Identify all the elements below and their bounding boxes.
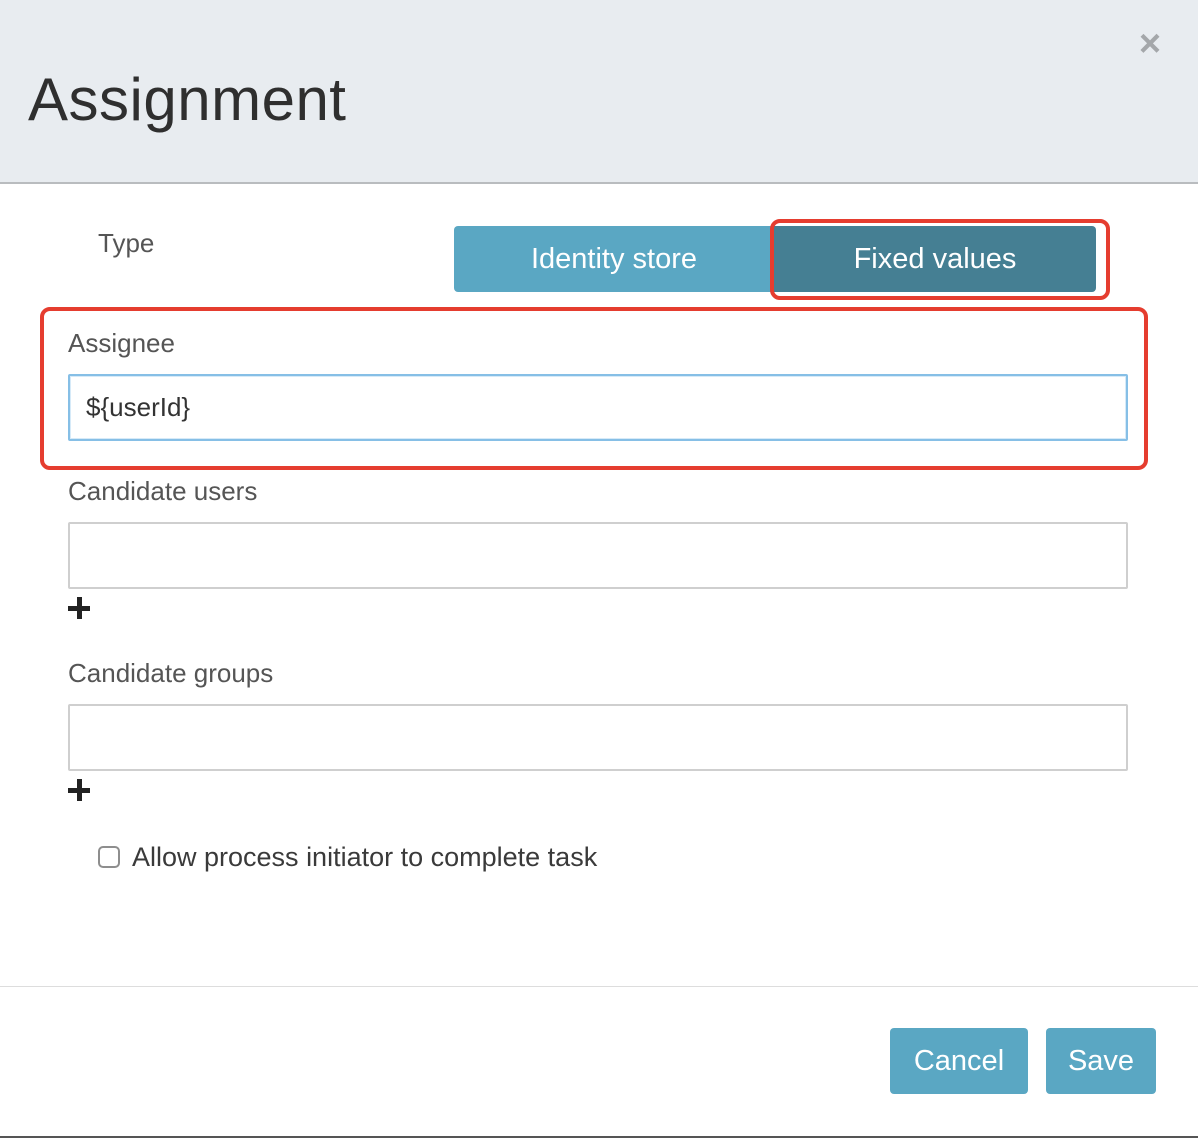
type-label: Type: [98, 228, 155, 258]
candidate-groups-input[interactable]: [68, 704, 1128, 771]
allow-initiator-checkbox[interactable]: [98, 846, 120, 868]
candidate-groups-label: Candidate groups: [68, 658, 274, 688]
assignee-label: Assignee: [68, 328, 175, 358]
add-candidate-user-icon[interactable]: [68, 597, 92, 621]
fixed-values-button[interactable]: Fixed values: [774, 226, 1096, 292]
close-icon[interactable]: ×: [1132, 25, 1168, 63]
dialog-header: Assignment ×: [0, 0, 1198, 184]
candidate-users-label: Candidate users: [68, 476, 258, 506]
save-button[interactable]: Save: [1046, 1028, 1156, 1094]
dialog-title: Assignment: [28, 66, 347, 133]
assignment-dialog: Assignment × Type Identity store Fixed v…: [0, 0, 1198, 1138]
assignee-input[interactable]: [68, 374, 1128, 441]
add-candidate-group-icon[interactable]: [68, 779, 92, 803]
allow-initiator-row: Allow process initiator to complete task: [98, 840, 597, 874]
candidate-users-input[interactable]: [68, 522, 1128, 589]
type-toggle-group: Identity store Fixed values: [454, 226, 1096, 292]
cancel-button[interactable]: Cancel: [890, 1028, 1028, 1094]
footer-divider: [0, 986, 1198, 987]
allow-initiator-label: Allow process initiator to complete task: [132, 841, 598, 872]
identity-store-button[interactable]: Identity store: [454, 226, 774, 292]
